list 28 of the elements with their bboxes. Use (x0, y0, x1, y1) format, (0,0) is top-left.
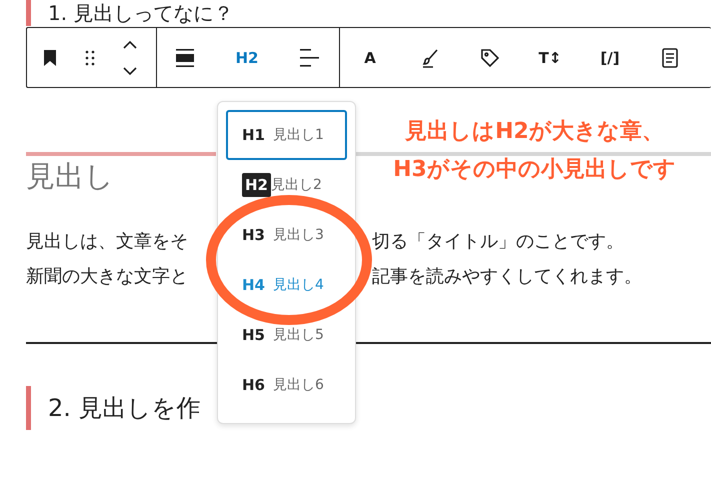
align-left-icon (299, 48, 319, 68)
brush-icon (420, 48, 440, 68)
paragraph-text: 切る「タイトル」のことです。 (372, 230, 624, 254)
menu-item[interactable]: H1 見出し1 (226, 110, 347, 160)
annotation-text: 見出しはH2が大きな章、 (405, 118, 664, 146)
menu-item[interactable]: H4 見出し4 (226, 260, 347, 310)
level-badge: H2 (242, 173, 271, 197)
heading-title: 見出し (26, 158, 114, 194)
menu-item[interactable]: H6 見出し6 (226, 360, 347, 410)
document-icon (661, 48, 679, 68)
text-color-button[interactable]: A (350, 38, 390, 78)
menu-item[interactable]: H5 見出し5 (226, 310, 347, 360)
annotation-text: H3がその中の小見出しです (393, 156, 676, 184)
paragraph-text: 見出しは、文章をそ (26, 230, 188, 254)
paragraph-text: 記事を読みやすくしてくれます。 (372, 265, 642, 289)
paragraph-text: 新聞の大きな文字と (26, 265, 188, 289)
menu-item[interactable]: H3 見出し3 (226, 210, 347, 260)
menu-item-label: 見出し2 (271, 176, 322, 194)
align-wide-icon (175, 48, 195, 68)
heading-level-button[interactable]: H2 (227, 38, 267, 78)
shortcode-button[interactable]: [/] (590, 38, 630, 78)
drag-handle-icon (85, 50, 95, 66)
section-heading: 2. 見出しを作 (26, 386, 201, 430)
menu-item[interactable]: H2 見出し2 (226, 160, 347, 210)
move-up-down-icon (122, 40, 138, 76)
bookmark-icon (43, 48, 57, 66)
font-size-button[interactable]: T↕ (530, 38, 570, 78)
tag-icon (480, 48, 500, 68)
